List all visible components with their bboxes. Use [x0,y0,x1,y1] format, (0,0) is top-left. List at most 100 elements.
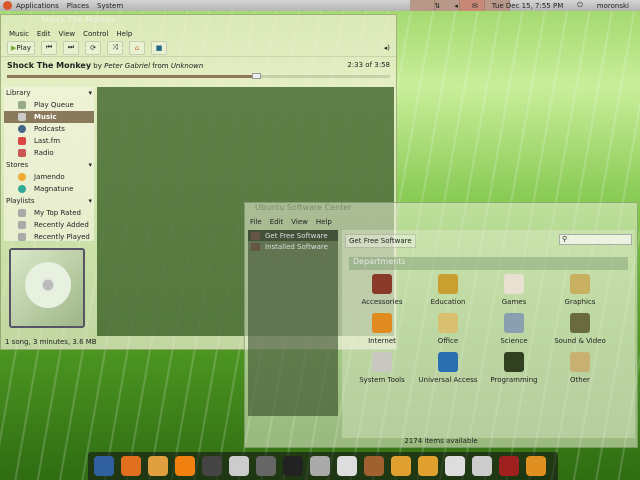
stores-header[interactable]: Stores ▾ [4,159,94,171]
menu-edit[interactable]: Edit [37,30,51,38]
menu-help[interactable]: Help [316,218,332,226]
music-icon [18,113,26,121]
menu-file[interactable]: File [250,218,262,226]
applications-menu[interactable]: Applications [16,2,59,10]
source-jamendo[interactable]: Jamendo [4,171,94,183]
firefox-icon[interactable] [121,456,141,476]
menu-edit[interactable]: Edit [270,218,284,226]
source-music[interactable]: Music [4,111,94,123]
source-podcasts[interactable]: Podcasts [4,123,94,135]
volume-icon[interactable]: ◂ [454,2,458,10]
navigation-pane: Get Free Software Installed Software [248,230,338,416]
top-panel: Applications Places System ⇅ ◂ ✉ Tue Dec… [0,0,640,11]
smart-playlist-icon [18,221,26,229]
play-button[interactable]: ▶ Play [7,40,35,55]
dock [88,452,558,480]
menu-view[interactable]: View [291,218,308,226]
search-input[interactable]: ⚲ [559,234,632,245]
menubar: File Edit View Help [245,216,637,228]
archive-icon[interactable] [526,456,546,476]
department-science[interactable]: Science [481,313,547,345]
software-icon [251,231,260,240]
system-menu[interactable]: System [97,2,123,10]
library-header[interactable]: Library ▾ [4,87,94,99]
department-education[interactable]: Education [415,274,481,306]
slider-handle[interactable] [251,73,261,79]
terminal-icon[interactable] [283,456,303,476]
window-title: Shock The Monkey [41,15,116,24]
network-icon[interactable]: ⇅ [434,2,440,10]
shuffle-button[interactable]: ⤨ [107,40,123,55]
queue-icon [18,101,26,109]
folder-icon[interactable] [418,456,438,476]
now-playing: Shock The Monkey by Peter Gabriel from U… [1,57,396,70]
department-games[interactable]: Games [481,274,547,306]
power-icon[interactable]: ⏻ [577,1,583,10]
camera-icon[interactable] [310,456,330,476]
volume-button[interactable]: ◂) [384,44,390,52]
folder-icon[interactable] [391,456,411,476]
playlists-header[interactable]: Playlists ▾ [4,195,94,207]
playlist-recently-added[interactable]: Recently Added [4,219,94,231]
ubuntu-logo-icon[interactable] [3,1,12,10]
ubuntu-one-icon[interactable] [94,456,114,476]
progress-slider[interactable] [7,73,390,79]
playlist-recently-played[interactable]: Recently Played [4,231,94,243]
tool-icon[interactable] [364,456,384,476]
department-label: Games [501,298,527,306]
pidgin-icon[interactable] [229,456,249,476]
source-radio[interactable]: Radio [4,147,94,159]
source-lastfm[interactable]: Last.fm [4,135,94,147]
department-other[interactable]: Other [547,352,613,384]
printer-icon[interactable] [337,456,357,476]
calculator-icon[interactable] [256,456,276,476]
department-icon [504,313,524,333]
user-name[interactable]: moronski [597,2,629,10]
menu-help[interactable]: Help [116,30,132,38]
ipod-icon[interactable] [445,456,465,476]
vlc-icon[interactable] [175,456,195,476]
mail-icon[interactable] [472,456,492,476]
department-programming[interactable]: Programming [481,352,547,384]
department-graphics[interactable]: Graphics [547,274,613,306]
nav-installed-software[interactable]: Installed Software [248,241,338,252]
visualization-button[interactable]: ■ [151,40,167,55]
places-menu[interactable]: Places [67,2,89,10]
breadcrumb-button[interactable]: Get Free Software [345,234,416,248]
smart-playlist-icon [18,209,26,217]
by-label: by [93,62,102,70]
menu-view[interactable]: View [58,30,75,38]
next-button[interactable]: ⏭ [63,40,79,55]
from-label: from [152,62,169,70]
departments-grid: Accessories Education Games Graphics Interne… [349,274,613,384]
department-accessories[interactable]: Accessories [349,274,415,306]
department-icon [504,274,524,294]
departments-header: Departments [349,257,628,270]
department-internet[interactable]: Internet [349,313,415,345]
status-bar: 1 song, 3 minutes, 3.6 MB [5,338,97,346]
nav-get-free-software[interactable]: Get Free Software [248,230,338,241]
department-system-tools[interactable]: System Tools [349,352,415,384]
time-display: 2:33 of 3:58 [347,61,390,69]
department-sound-video[interactable]: Sound & Video [547,313,613,345]
mail-icon[interactable]: ✉ [472,2,478,10]
repeat-button[interactable]: ⟳ [85,40,101,55]
source-play-queue[interactable]: Play Queue [4,99,94,111]
department-office[interactable]: Office [415,313,481,345]
vuze-icon[interactable] [148,456,168,476]
browse-button[interactable]: ⌂ [129,40,145,55]
lastfm-icon [18,137,26,145]
menubar: Music Edit View Control Help [1,28,396,39]
menu-control[interactable]: Control [83,30,108,38]
status-bar: 2174 items available [404,437,478,445]
clapper-icon[interactable] [202,456,222,476]
previous-button[interactable]: ⏮ [41,40,57,55]
clock[interactable]: Tue Dec 15, 7:55 PM [492,2,564,10]
presentation-icon[interactable] [499,456,519,476]
department-icon [504,352,524,372]
playlist-top-rated[interactable]: My Top Rated [4,207,94,219]
source-magnatune[interactable]: Magnatune [4,183,94,195]
department-universal-access[interactable]: Universal Access [415,352,481,384]
menu-music[interactable]: Music [9,30,29,38]
album: Unknown [170,62,204,70]
